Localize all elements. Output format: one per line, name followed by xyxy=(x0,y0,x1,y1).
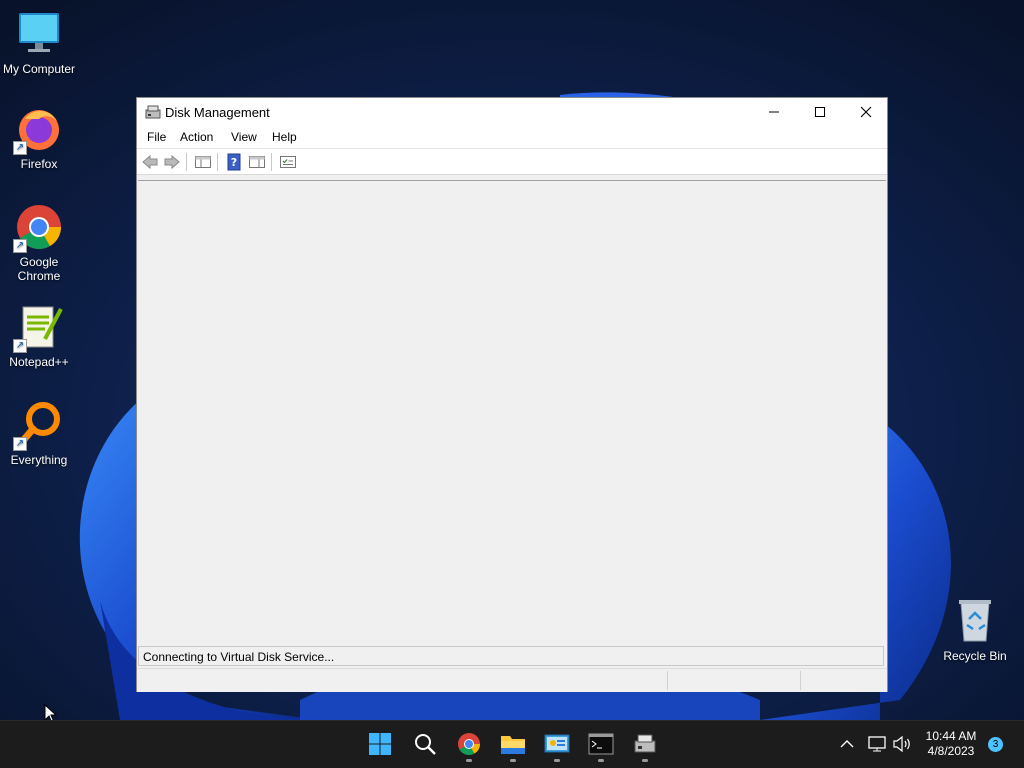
notification-badge[interactable]: 3 xyxy=(988,737,1003,752)
desktop-icon-label: Notepad++ xyxy=(9,355,69,369)
status-message: Connecting to Virtual Disk Service... xyxy=(143,650,335,664)
toolbar-separator xyxy=(217,153,218,171)
svg-text:?: ? xyxy=(231,156,237,169)
back-arrow-icon[interactable] xyxy=(141,153,159,171)
running-indicator xyxy=(510,759,516,762)
show-hide-action-pane-icon[interactable] xyxy=(248,153,266,171)
desktop-icon-notepadpp[interactable]: ↗ Notepad++ xyxy=(1,303,77,369)
menu-action[interactable]: Action xyxy=(180,130,213,144)
taskbar-chrome[interactable] xyxy=(454,729,484,759)
everything-icon: ↗ xyxy=(13,401,63,451)
menu-view[interactable]: View xyxy=(231,130,257,144)
menu-help[interactable]: Help xyxy=(272,130,297,144)
desktop-icon-label: Recycle Bin xyxy=(943,649,1007,663)
chrome-icon xyxy=(458,733,480,755)
chevron-up-icon xyxy=(840,740,854,748)
desktop-icon-recycle-bin[interactable]: Recycle Bin xyxy=(937,597,1013,663)
menu-file[interactable]: File xyxy=(147,130,166,144)
desktop-icon-firefox[interactable]: ↗ Firefox xyxy=(1,105,77,171)
disk-management-icon xyxy=(145,105,161,122)
taskbar: 10:44 AM 4/8/2023 3 xyxy=(0,720,1024,768)
volume-button[interactable] xyxy=(887,729,917,759)
show-hide-console-tree-icon[interactable] xyxy=(194,153,212,171)
desktop-icon-google-chrome[interactable]: ↗ Google Chrome xyxy=(1,203,77,283)
chrome-icon: ↗ xyxy=(13,203,63,253)
notepadpp-icon: ↗ xyxy=(13,303,63,353)
running-indicator xyxy=(598,759,604,762)
maximize-button[interactable] xyxy=(797,98,843,126)
desktop-icon-everything[interactable]: ↗ Everything xyxy=(1,401,77,467)
start-icon xyxy=(369,733,391,755)
toolbar-separator xyxy=(271,153,272,171)
search-button[interactable] xyxy=(410,729,440,759)
taskbar-file-explorer[interactable] xyxy=(498,729,528,759)
running-indicator xyxy=(642,759,648,762)
desktop-icon-label: My Computer xyxy=(2,62,76,76)
forward-arrow-icon[interactable] xyxy=(163,153,181,171)
status-message-bar: Connecting to Virtual Disk Service... xyxy=(138,646,884,666)
desktop-icon-label: Google Chrome xyxy=(17,255,61,283)
running-indicator xyxy=(466,759,472,762)
network-icon xyxy=(868,736,886,752)
monitor-icon xyxy=(15,10,63,58)
disk-management-window: Disk Management File Action View Help ? xyxy=(136,97,888,692)
shortcut-arrow-icon: ↗ xyxy=(13,239,27,253)
desktop-icon-my-computer[interactable]: My Computer xyxy=(1,10,77,76)
title-bar[interactable]: Disk Management xyxy=(137,98,887,126)
taskbar-control-panel[interactable] xyxy=(542,729,572,759)
speaker-icon xyxy=(893,735,910,753)
clock-date: 4/8/2023 xyxy=(927,744,975,758)
taskbar-terminal[interactable] xyxy=(586,729,616,759)
status-bar xyxy=(137,668,887,692)
minimize-button[interactable] xyxy=(751,98,797,126)
running-indicator xyxy=(554,759,560,762)
shortcut-arrow-icon: ↗ xyxy=(13,339,27,353)
properties-icon[interactable] xyxy=(279,153,297,171)
toolbar: ? xyxy=(137,148,887,175)
firefox-icon: ↗ xyxy=(13,105,63,155)
terminal-icon xyxy=(588,733,614,755)
search-icon xyxy=(415,734,436,755)
desktop-icon-label: Everything xyxy=(10,453,68,467)
show-hidden-icons-button[interactable] xyxy=(832,729,862,759)
close-button[interactable] xyxy=(843,98,889,126)
start-button[interactable] xyxy=(365,729,395,759)
disk-management-icon xyxy=(634,734,656,753)
control-panel-icon xyxy=(544,734,570,753)
status-bar-divider xyxy=(800,671,801,690)
help-icon[interactable]: ? xyxy=(225,153,243,171)
window-title: Disk Management xyxy=(165,105,270,120)
shortcut-arrow-icon: ↗ xyxy=(13,437,27,451)
status-bar-divider xyxy=(667,671,668,690)
shortcut-arrow-icon: ↗ xyxy=(13,141,27,155)
clock-time: 10:44 AM xyxy=(925,729,977,743)
taskbar-disk-management[interactable] xyxy=(630,729,660,759)
recycle-bin-icon xyxy=(951,597,999,645)
desktop-icon-label: Firefox xyxy=(20,157,58,171)
disk-management-content-area xyxy=(138,180,886,647)
toolbar-separator xyxy=(186,153,187,171)
taskbar-clock[interactable]: 10:44 AM 4/8/2023 xyxy=(920,729,982,759)
file-explorer-icon xyxy=(501,736,525,754)
menu-bar: File Action View Help xyxy=(137,126,887,148)
